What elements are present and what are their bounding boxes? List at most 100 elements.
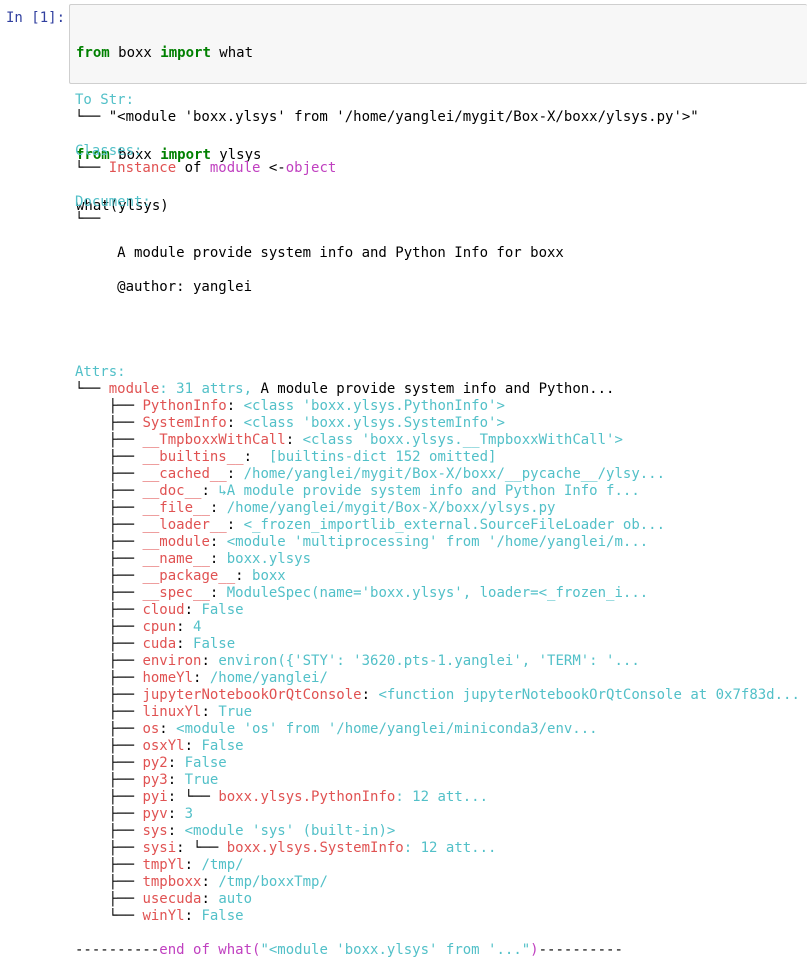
attr-name: py3 <box>142 772 168 788</box>
attr-name: __module <box>142 534 210 550</box>
tree-branch: ├── <box>75 704 143 720</box>
attr-colon: : <box>209 551 227 567</box>
attrs-header: Attrs: <box>75 364 126 380</box>
tree-branch: └── <box>75 160 109 176</box>
attr-colon: : <box>159 721 177 737</box>
attrs-root: └── module: 31 attrs, A module provide s… <box>75 381 807 398</box>
tree-branch: ├── <box>75 653 143 669</box>
attr-colon: : <box>167 772 185 788</box>
attr-row: ├── __loader__: <_frozen_importlib_exter… <box>75 517 807 534</box>
tree-branch: ├── <box>75 619 143 635</box>
tree-branch: ├── <box>75 432 143 448</box>
attr-row: ├── py3: True <box>75 772 807 789</box>
attr-colon: : <box>209 534 227 550</box>
subtree-count: : 12 att... <box>403 840 497 856</box>
attr-name: sys <box>142 823 168 839</box>
attr-list: ├── PythonInfo: <class 'boxx.ylsys.Pytho… <box>75 398 807 925</box>
tree-branch: ├── <box>75 891 143 907</box>
tree-branch: ├── <box>75 500 143 516</box>
subtree-branch: └── <box>184 789 219 805</box>
attr-name: __cached__ <box>142 466 227 482</box>
attr-name: usecuda <box>142 891 202 907</box>
tree-branch: ├── <box>75 857 143 873</box>
attr-colon: : <box>176 840 194 856</box>
attr-row: ├── __name__: boxx.ylsys <box>75 551 807 568</box>
attr-row: ├── pyv: 3 <box>75 806 807 823</box>
tree-branch: ├── <box>75 721 143 737</box>
tree-branch: ├── <box>75 772 143 788</box>
attr-name: __builtins__ <box>142 449 244 465</box>
attr-value: <class 'boxx.ylsys.SystemInfo'> <box>243 415 505 431</box>
attr-colon: : <box>184 908 202 924</box>
attr-row: └── winYl: False <box>75 908 807 925</box>
attr-name: __doc__ <box>142 483 202 499</box>
attr-row: ├── __file__: /home/yanglei/mygit/Box-X/… <box>75 500 807 517</box>
attr-row: ├── cloud: False <box>75 602 807 619</box>
code-cell[interactable]: from boxx import what from boxx import y… <box>69 4 807 214</box>
footer-dashes-right: ---------- <box>538 942 623 958</box>
classes-of: of <box>176 160 210 176</box>
attr-value: /tmp/boxxTmp/ <box>218 874 328 890</box>
classes-object: object <box>285 160 337 176</box>
attr-colon: : <box>167 806 185 822</box>
attr-name: py2 <box>142 755 168 771</box>
attr-row: ├── osxYl: False <box>75 738 807 755</box>
attr-row: ├── __spec__: ModuleSpec(name='boxx.ylsy… <box>75 585 807 602</box>
attr-name: os <box>142 721 160 737</box>
tree-branch: ├── <box>75 840 143 856</box>
tree-branch: ├── <box>75 755 143 771</box>
document-line-1: A module provide system info and Python … <box>75 245 564 261</box>
attr-name: linuxYl <box>142 704 202 720</box>
classes-header: Classes: <box>75 143 143 159</box>
attr-row: ├── py2: False <box>75 755 807 772</box>
attr-row: ├── __builtins__: [builtins-dict 152 omi… <box>75 449 807 466</box>
attr-name: __name__ <box>142 551 210 567</box>
attr-name: __package__ <box>142 568 236 584</box>
attr-value: <function jupyterNotebookOrQtConsole at … <box>378 687 800 703</box>
attr-value: environ({'STY': '3620.pts-1.yanglei', 'T… <box>218 653 640 669</box>
tree-branch: ├── <box>75 449 143 465</box>
attr-value: False <box>184 755 227 771</box>
attr-colon: : <box>201 874 219 890</box>
attr-name: osxYl <box>142 738 185 754</box>
attrs-root-desc: A module provide system info and Python.… <box>260 381 615 397</box>
attr-name: tmpYl <box>142 857 185 873</box>
module-name: boxx <box>109 45 161 61</box>
tree-branch: ├── <box>75 415 143 431</box>
attr-colon: : <box>235 568 253 584</box>
attr-value: ↳A module provide system info and Python… <box>218 483 640 499</box>
attr-value: False <box>201 602 244 618</box>
attr-value: 3 <box>184 806 194 822</box>
document-line-2: @author: yanglei <box>75 279 253 295</box>
attr-colon: : <box>201 891 219 907</box>
footer-arg: "<module 'boxx.ylsys' from '..." <box>260 942 531 958</box>
attr-row: ├── linuxYl: True <box>75 704 807 721</box>
attr-colon: : <box>201 483 219 499</box>
to-str-header: To Str: <box>75 92 135 108</box>
attr-value: <module 'multiprocessing' from '/home/ya… <box>226 534 649 550</box>
attr-name: __spec__ <box>142 585 210 601</box>
footer-dashes-left: ---------- <box>75 942 160 958</box>
attr-row: ├── SystemInfo: <class 'boxx.ylsys.Syste… <box>75 415 807 432</box>
attr-value: /tmp/ <box>201 857 244 873</box>
attr-colon: : <box>361 687 379 703</box>
attrs-root-count: : 31 attrs, <box>159 381 261 397</box>
tree-branch: ├── <box>75 738 143 754</box>
attr-value: <module 'os' from '/home/yanglei/minicon… <box>176 721 598 737</box>
attr-value: <class 'boxx.ylsys.PythonInfo'> <box>243 398 505 414</box>
attr-name: __TmpboxxWithCall <box>142 432 286 448</box>
attr-row: ├── homeYl: /home/yanglei/ <box>75 670 807 687</box>
attr-name: homeYl <box>142 670 194 686</box>
attr-name: cuda <box>142 636 177 652</box>
attr-colon: : <box>201 704 219 720</box>
attr-row: ├── __doc__: ↳A module provide system in… <box>75 483 807 500</box>
attr-value: True <box>218 704 253 720</box>
attrs-root-name: module <box>108 381 160 397</box>
attr-row: ├── cpun: 4 <box>75 619 807 636</box>
attr-colon: : <box>226 517 244 533</box>
tree-branch: ├── <box>75 874 143 890</box>
attr-value: 4 <box>193 619 202 635</box>
